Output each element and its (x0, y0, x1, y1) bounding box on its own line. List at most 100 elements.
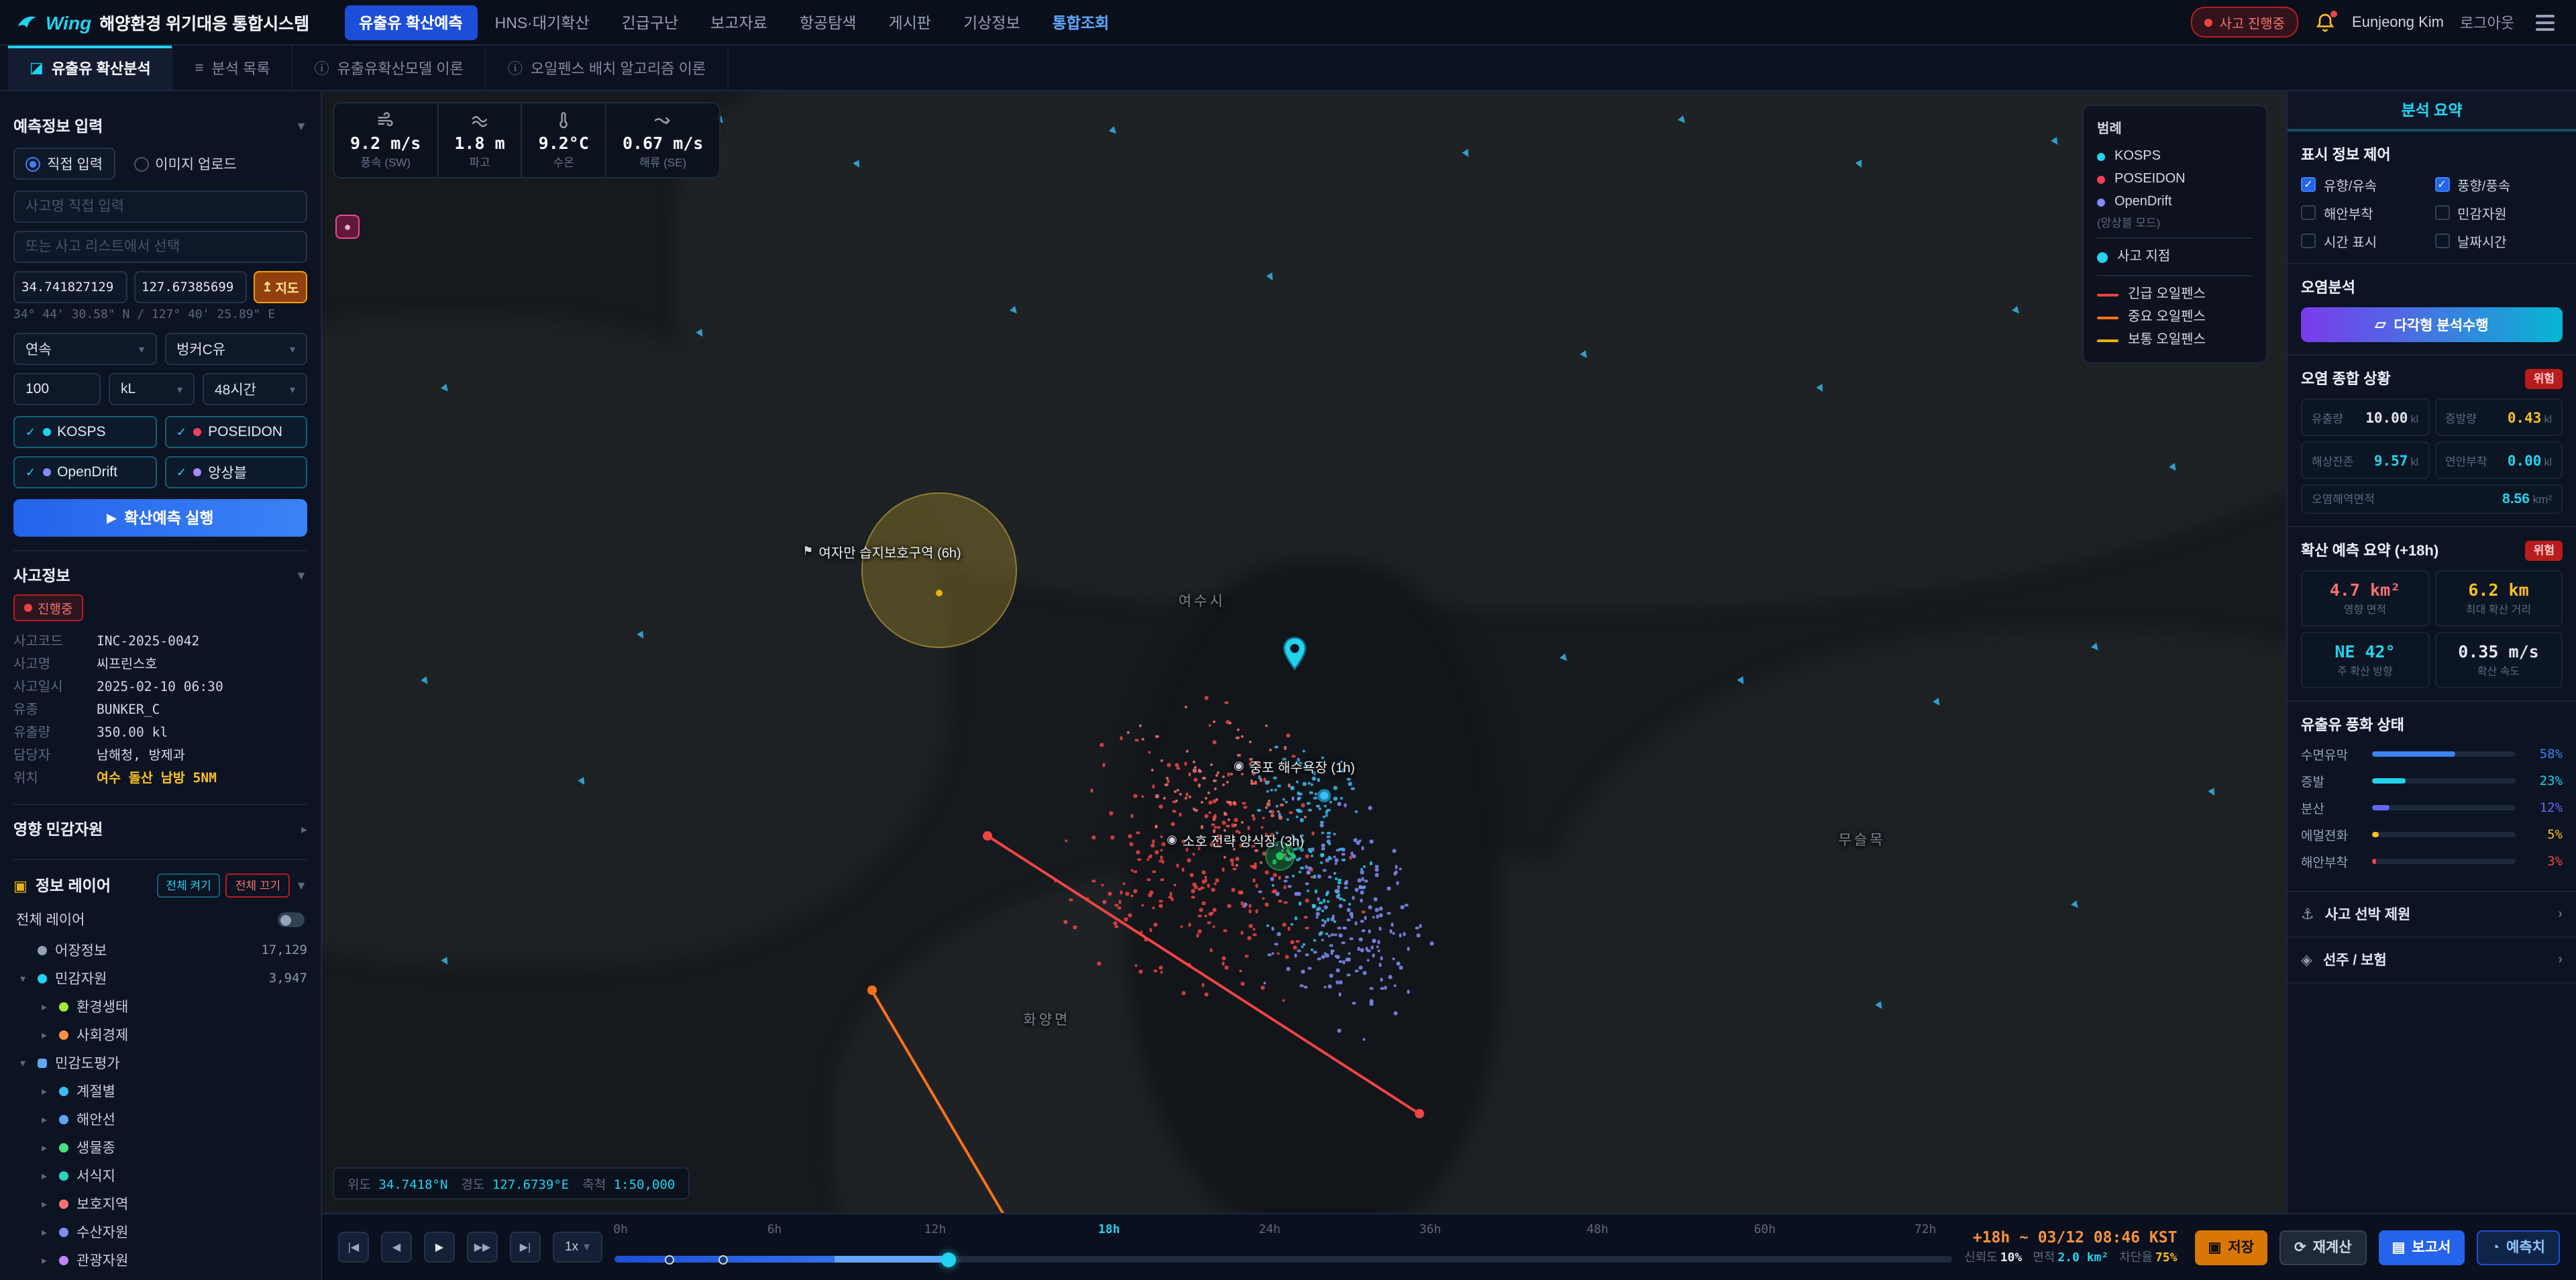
panel-tab-summary[interactable]: 분석 요약 (2288, 91, 2576, 131)
model-chip-ensemble[interactable]: ✓앙상블 (164, 456, 307, 488)
nav-item-reports[interactable]: 보고자료 (696, 5, 782, 40)
export-forecast-button[interactable]: ◔예측치 (2476, 1230, 2560, 1265)
section-header[interactable]: 예측정보 입력 ▼ (13, 110, 307, 142)
checkbox-datetime[interactable]: ✓날짜시간 (2434, 231, 2563, 251)
expander-icon[interactable]: ▾ (16, 973, 30, 985)
expander-icon[interactable]: ▸ (38, 1198, 51, 1210)
layer-item-coastline[interactable]: ▸해안선 (13, 1106, 307, 1134)
model-chip-opendrift[interactable]: ✓OpenDrift (13, 456, 156, 488)
layer-item-socioeconomic[interactable]: ▸ 사회경제 (13, 1021, 307, 1049)
recalculate-button[interactable]: ⟳재계산 (2279, 1230, 2367, 1265)
expander-icon[interactable]: ▸ (38, 1001, 51, 1013)
tab-boom-algorithm-theory[interactable]: ⓘ오일펜스 배치 알고리즘 이론 (486, 46, 729, 90)
map-label-icon: ◉ (1167, 832, 1177, 847)
nav-item-board[interactable]: 게시판 (873, 5, 946, 40)
kv-row: 담당자남해청, 방제과 (13, 745, 307, 767)
expander-icon[interactable]: ▾ (16, 1057, 30, 1069)
layer-item-protected-area[interactable]: ▸보호지역 (13, 1190, 307, 1218)
owner-insurance-section[interactable]: ◈선주 / 보험› (2288, 938, 2576, 983)
timeline-handle[interactable] (941, 1252, 956, 1267)
logout-button[interactable]: 로그아웃 (2460, 11, 2514, 33)
master-layer-toggle[interactable] (278, 912, 305, 927)
layer-item-fishery-resource[interactable]: ▸수산자원 (13, 1218, 307, 1246)
expander-icon[interactable]: ▸ (38, 1114, 51, 1126)
incident-pin[interactable] (1281, 636, 1307, 678)
all-layers-on-button[interactable]: 전체 켜기 (157, 873, 221, 898)
polygon-analysis-button[interactable]: ▱다각형 분석수행 (2301, 307, 2563, 342)
latitude-input[interactable] (13, 271, 127, 303)
vessel-spec-section[interactable]: ⚓사고 선박 제원› (2288, 892, 2576, 938)
incident-list-input[interactable] (13, 231, 307, 263)
expander-icon[interactable]: ▸ (38, 1085, 51, 1098)
radio-image-upload[interactable]: 이미지 업로드 (133, 148, 237, 180)
radio-direct-input[interactable]: 직접 입력 (13, 148, 115, 180)
checkbox-current[interactable]: ✓유향/유속 (2301, 174, 2429, 195)
checkbox-sensitive[interactable]: ✓민감자원 (2434, 203, 2563, 223)
fast-forward-button[interactable]: ▶▶ (467, 1232, 498, 1263)
checkbox-time[interactable]: ✓시간 표시 (2301, 231, 2429, 251)
user-name[interactable]: Eunjeong Kim (2352, 14, 2444, 30)
report-button[interactable]: ▤보고서 (2379, 1230, 2465, 1265)
layer-item-habitat[interactable]: ▸서식지 (13, 1162, 307, 1190)
nav-item-integrated-search[interactable]: 통합조회 (1038, 5, 1124, 40)
map-quick-tool-button[interactable]: ● (335, 215, 360, 239)
spill-type-select[interactable]: 연속▾ (13, 333, 156, 365)
layer-item-seasonal[interactable]: ▸계절별 (13, 1077, 307, 1106)
step-back-button[interactable]: ◀ (381, 1232, 412, 1263)
model-chip-poseidon[interactable]: ✓POSEIDON (164, 416, 307, 448)
save-button[interactable]: ▣저장 (2194, 1230, 2267, 1265)
tab-model-theory[interactable]: ⓘ유출유확산모델 이론 (293, 46, 486, 90)
nav-item-weather[interactable]: 기상정보 (949, 5, 1035, 40)
section-header[interactable]: 사고정보 ▼ (13, 559, 307, 592)
weather-value: 9.2°C (539, 133, 589, 153)
station-marker[interactable] (1317, 789, 1330, 802)
section-header[interactable]: ▣정보 레이어 전체 켜기 전체 끄기 ▼ (13, 868, 307, 903)
expander-icon[interactable]: ▸ (38, 1142, 51, 1154)
checkbox-wind[interactable]: ✓풍향/풍속 (2434, 174, 2563, 195)
pick-on-map-button[interactable]: ↥지도 (254, 271, 307, 303)
hamburger-menu-icon[interactable] (2530, 9, 2560, 36)
skip-start-button[interactable]: |◀ (338, 1232, 369, 1263)
layer-label: 사회경제 (76, 1025, 128, 1045)
layer-label: 민감도평가 (55, 1053, 120, 1073)
fence-deploy-marker[interactable] (719, 1255, 729, 1264)
timeline-slider[interactable]: 0h6h12h18h24h36h48h60h72h (614, 1214, 1952, 1280)
nav-item-rescue[interactable]: 긴급구난 (607, 5, 694, 40)
expander-icon[interactable]: ▸ (38, 1029, 51, 1041)
speed-selector[interactable]: 1x▾ (553, 1232, 602, 1263)
all-layers-off-button[interactable]: 전체 끄기 (226, 873, 290, 898)
oil-type-select[interactable]: 벙커C유▾ (164, 333, 307, 365)
tab-spill-analysis[interactable]: ◪유출유 확산분석 (8, 46, 174, 90)
section-header[interactable]: 영향 민감자원 ▸ (13, 813, 307, 845)
nav-item-spill-prediction[interactable]: 유출유 확산예측 (344, 5, 478, 40)
incident-status-badge[interactable]: 사고 진행중 (2191, 7, 2298, 38)
layer-item-eco[interactable]: ▸환경생태 (13, 993, 307, 1021)
tab-analysis-list[interactable]: ≡분석 목록 (174, 46, 293, 90)
nav-item-aerial[interactable]: 항공탐색 (785, 5, 871, 40)
layer-item-species[interactable]: ▸생물종 (13, 1134, 307, 1162)
amount-input[interactable] (13, 373, 101, 405)
expander-icon[interactable]: ▸ (38, 1170, 51, 1182)
longitude-input[interactable] (133, 271, 247, 303)
nav-item-hns[interactable]: HNS·대기확산 (480, 5, 604, 40)
run-prediction-button[interactable]: ▶확산예측 실행 (13, 499, 307, 537)
map-canvas[interactable]: ▲▲▲▲▲▲▲▲▲▲▲▲▲▲▲▲▲▲▲▲▲▲▲▲▲▲ ⚑여자만 습지보호구역 (… (322, 91, 2286, 1213)
layer-icon (59, 1171, 68, 1181)
unit-select[interactable]: kL▾ (109, 373, 195, 405)
app-logo[interactable]: Wing 해양환경 위기대응 통합시스템 (16, 9, 309, 35)
skip-end-button[interactable]: ▶| (510, 1232, 541, 1263)
duration-select[interactable]: 48시간▾ (203, 373, 307, 405)
model-chip-kosps[interactable]: ✓KOSPS (13, 416, 156, 448)
layer-item-tourism[interactable]: ▸관광자원 (13, 1246, 307, 1275)
layer-item-fisheries[interactable]: 어장정보17,129 (13, 937, 307, 965)
timeline-track[interactable] (614, 1256, 1952, 1263)
notification-bell-icon[interactable] (2314, 11, 2336, 33)
checkbox-coastal[interactable]: ✓해안부착 (2301, 203, 2429, 223)
expander-icon[interactable]: ▸ (38, 1255, 51, 1267)
layer-item-sensitivity-eval[interactable]: ▾ 민감도평가 (13, 1049, 307, 1077)
fence-deploy-marker[interactable] (665, 1255, 675, 1264)
layer-item-sensitive[interactable]: ▾민감자원3,947 (13, 965, 307, 993)
incident-name-input[interactable] (13, 191, 307, 223)
expander-icon[interactable]: ▸ (38, 1226, 51, 1238)
play-button[interactable]: ▶ (424, 1232, 455, 1263)
